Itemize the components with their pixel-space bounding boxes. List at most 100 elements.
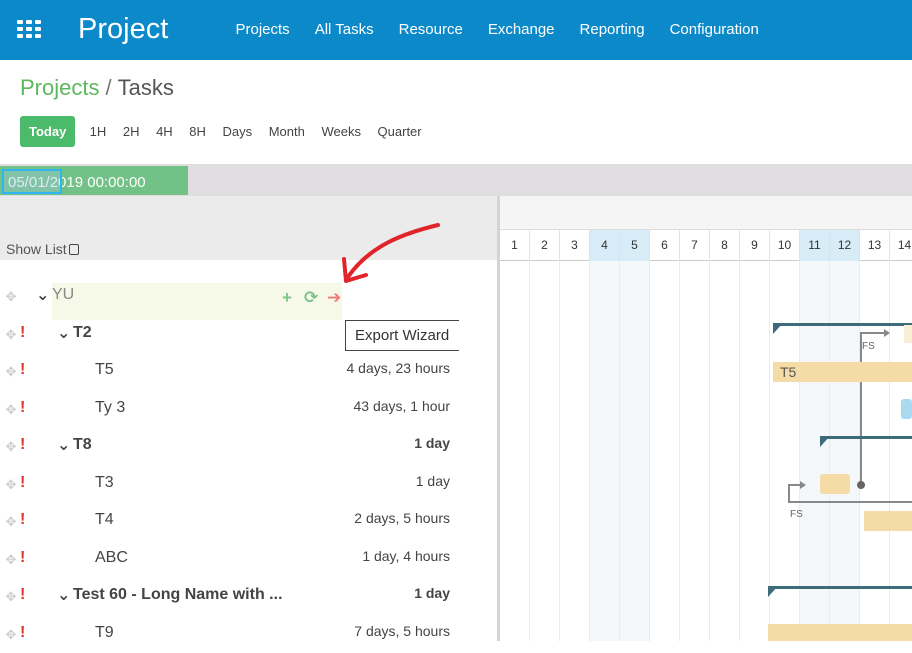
day-2: 2 [530,230,560,261]
scale-1h-button[interactable]: 1H [81,124,114,139]
show-list-toggle[interactable]: Show List [6,241,79,257]
priority-icon: ! [20,399,26,416]
task-row-t3[interactable]: ✥ ! T3 1 day [0,466,460,503]
priority-icon: ! [20,511,26,528]
day-3: 3 [560,230,590,261]
menu-configuration[interactable]: Configuration [657,0,771,60]
link-label-fs: FS [790,509,803,520]
task-name: T3 [95,474,114,491]
collapse-caret-icon[interactable]: ⌄ [57,435,70,455]
day-7: 7 [680,230,710,261]
day-14: 14 [890,230,912,261]
scale-2h-button[interactable]: 2H [115,124,148,139]
task-duration: 2 days, 5 hours [354,510,450,526]
drag-handle-icon[interactable]: ✥ [4,478,18,492]
drag-handle-icon[interactable]: ✥ [4,628,18,642]
day-11: 11 [800,230,830,261]
task-duration: 1 day [414,435,450,451]
task-row-t8[interactable]: ✥ ! ⌄ T8 1 day [0,428,460,465]
link-arrow-icon [884,329,890,337]
menu-exchange[interactable]: Exchange [475,0,567,60]
drag-handle-icon[interactable]: ✥ [4,590,18,604]
task-bar-ty3 [901,399,912,419]
task-duration: 7 days, 5 hours [354,623,450,639]
drag-handle-icon[interactable]: ✥ [4,403,18,417]
summary-bar-t8 [820,436,912,439]
priority-icon: ! [20,624,26,641]
drag-handle-icon[interactable]: ✥ [4,553,18,567]
drag-handle-icon[interactable]: ✥ [4,365,18,379]
annotation-arrow-icon [342,223,440,283]
task-row-abc[interactable]: ✥ ! ABC 1 day, 4 hours [0,541,460,578]
gantt-header-month [500,196,912,230]
task-name: T5 [95,361,114,378]
dependency-link [860,332,884,485]
summary-start-marker [773,323,783,334]
day-6: 6 [650,230,680,261]
scale-days-button[interactable]: Days [214,124,260,139]
breadcrumb: Projects / Tasks [20,75,174,101]
dependency-link [788,484,912,503]
drag-handle-icon[interactable]: ✥ [4,440,18,454]
app-title: Project [78,13,169,45]
task-bar-label-t5: T5 [780,364,797,380]
drag-handle-icon[interactable]: ✥ [4,328,18,342]
day-5: 5 [620,230,650,261]
menu-all-tasks[interactable]: All Tasks [302,0,386,60]
scale-quarter-button[interactable]: Quarter [369,124,430,139]
task-duration: 1 day [414,585,450,601]
task-name: Ty 3 [95,399,126,416]
task-row-t9[interactable]: ✥ ! T9 7 days, 5 hours [0,616,460,653]
task-name: T8 [73,436,92,453]
priority-icon: ! [20,474,26,491]
task-name: YU [52,286,75,303]
drag-handle-icon[interactable]: ✥ [4,515,18,529]
show-list-checkbox[interactable] [68,244,79,255]
task-name: T4 [95,511,114,528]
menu-resource[interactable]: Resource [386,0,475,60]
breadcrumb-separator: / [105,75,112,100]
gantt-bars: FS T5 FS [768,323,912,641]
collapse-caret-icon[interactable]: ⌄ [57,585,70,605]
task-row-ty3[interactable]: ✥ ! Ty 3 43 days, 1 hour [0,391,460,428]
task-bar-t2-edge [904,325,912,343]
scale-8h-button[interactable]: 8H [181,124,214,139]
apps-menu-icon[interactable] [17,20,41,38]
day-12: 12 [830,230,860,261]
start-date-field[interactable]: 05/01/2019 00:00:00 [0,166,188,195]
link-label-fs: FS [862,341,875,352]
collapse-caret-icon[interactable]: ⌄ [57,323,70,343]
today-button[interactable]: Today [20,116,76,147]
date-strip: 05/01/2019 00:00:00 [0,164,912,196]
menu-projects[interactable]: Projects [223,0,302,60]
gantt-day-header: 1 2 3 4 5 6 7 8 9 10 11 12 13 14 [500,230,912,261]
day-10: 10 [770,230,800,261]
task-duration: 43 days, 1 hour [353,398,450,414]
task-name: T9 [95,624,114,641]
day-4: 4 [590,230,620,261]
task-bar-t9 [768,624,912,641]
task-duration: 1 day [415,473,450,489]
main-menu: Projects All Tasks Resource Exchange Rep… [223,0,771,60]
link-arrow-icon [800,481,806,489]
breadcrumb-current: Tasks [117,75,174,100]
scale-4h-button[interactable]: 4H [148,124,181,139]
drag-handle-icon[interactable]: ✥ [4,290,18,304]
menu-reporting[interactable]: Reporting [567,0,657,60]
task-row-t5[interactable]: ✥ ! T5 4 days, 23 hours [0,353,460,390]
refresh-icon[interactable]: ⟳ [304,288,318,308]
priority-icon: ! [20,324,26,341]
export-arrow-icon[interactable]: ➔ [327,288,341,308]
day-8: 8 [710,230,740,261]
scale-weeks-button[interactable]: Weeks [313,124,369,139]
scale-month-button[interactable]: Month [260,124,313,139]
breadcrumb-projects-link[interactable]: Projects [20,75,99,100]
task-row-test60[interactable]: ✥ ! ⌄ Test 60 - Long Name with ... 1 day [0,578,460,615]
priority-icon: ! [20,436,26,453]
task-name: T2 [73,324,92,341]
collapse-caret-icon[interactable]: ⌄ [36,285,49,305]
gantt-chart-area[interactable]: FS T5 FS [500,261,912,641]
task-row-t4[interactable]: ✥ ! T4 2 days, 5 hours [0,503,460,540]
export-wizard-tooltip: Export Wizard [345,320,459,351]
add-task-icon[interactable]: + [282,288,292,308]
